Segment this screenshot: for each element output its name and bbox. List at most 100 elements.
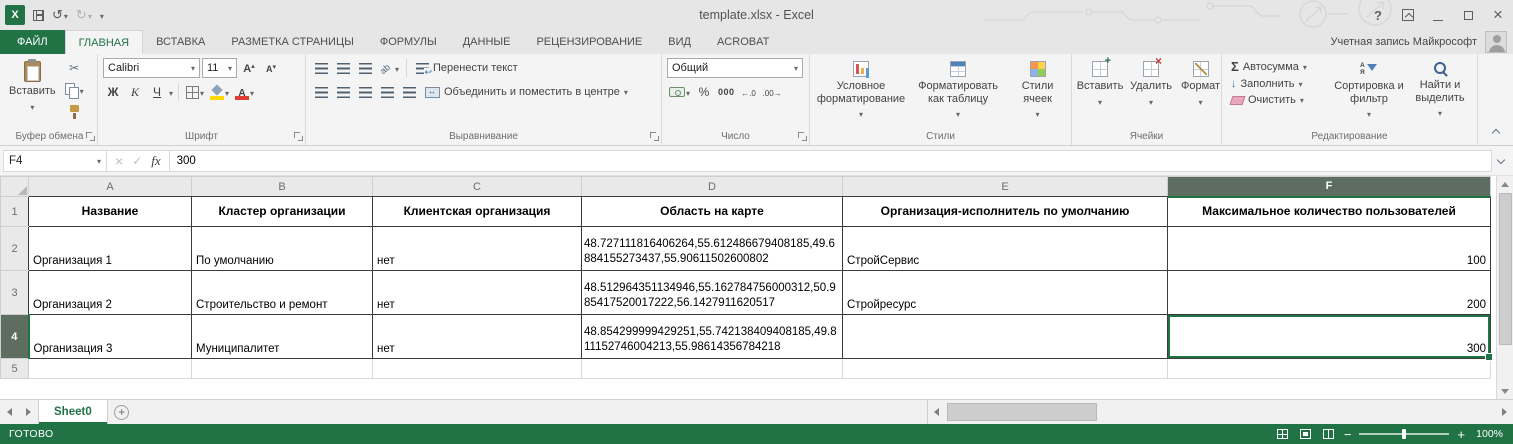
cell-E1[interactable]: Организация-исполнитель по умолчанию <box>843 197 1168 227</box>
scroll-left-button[interactable] <box>928 400 945 424</box>
new-sheet-button[interactable]: + <box>108 400 136 424</box>
cell-F5[interactable] <box>1168 359 1491 379</box>
save-button[interactable] <box>30 8 47 23</box>
zoom-level[interactable]: 100% <box>1473 428 1503 440</box>
cell-D3[interactable]: 48.512964351134946,55.162784756000312,50… <box>582 271 843 315</box>
autosum-button[interactable]: Автосумма <box>1227 58 1327 75</box>
cell-C3[interactable]: нет <box>373 271 582 315</box>
scroll-down-button[interactable] <box>1497 383 1513 399</box>
formula-input[interactable]: 300 <box>170 150 1492 172</box>
cell-A5[interactable] <box>29 359 192 379</box>
decrease-font-size-button[interactable] <box>261 58 281 78</box>
insert-cells-button[interactable]: Вставить <box>1077 58 1123 111</box>
bold-button[interactable]: Ж <box>103 82 123 102</box>
cancel-entry-button[interactable] <box>115 154 123 168</box>
select-all-corner[interactable] <box>1 177 29 197</box>
horizontal-scroll-track[interactable] <box>945 400 1496 424</box>
cell-A1[interactable]: Название <box>29 197 192 227</box>
conditional-formatting-button[interactable]: Условное форматирование <box>815 58 907 124</box>
format-as-table-button[interactable]: Форматировать как таблицу <box>912 58 1004 124</box>
tab-formulas[interactable]: ФОРМУЛЫ <box>367 30 450 54</box>
scroll-right-button[interactable] <box>1496 400 1513 424</box>
find-select-button[interactable]: Найти и выделить <box>1408 58 1472 124</box>
tab-page-layout[interactable]: РАЗМЕТКА СТРАНИЦЫ <box>218 30 366 54</box>
tab-acrobat[interactable]: ACROBAT <box>704 30 782 54</box>
maximize-button[interactable] <box>1453 0 1483 30</box>
account-area[interactable]: Учетная запись Майкрософт <box>1331 30 1513 54</box>
cell-B2[interactable]: По умолчанию <box>192 227 373 271</box>
dialog-launcher-icon[interactable] <box>650 132 659 141</box>
font-family-select[interactable]: Calibri <box>103 58 200 78</box>
cell-C2[interactable]: нет <box>373 227 582 271</box>
copy-button[interactable] <box>63 80 86 100</box>
row-header-2[interactable]: 2 <box>1 227 29 271</box>
normal-view-button[interactable] <box>1275 427 1290 442</box>
cell-D2[interactable]: 48.727111816406264,55.612486679408185,49… <box>582 227 843 271</box>
zoom-in-button[interactable] <box>1457 427 1465 442</box>
zoom-slider-thumb[interactable] <box>1402 429 1406 439</box>
scroll-up-button[interactable] <box>1497 176 1513 192</box>
cell-F3[interactable]: 200 <box>1168 271 1491 315</box>
decrease-indent-button[interactable] <box>377 82 397 102</box>
align-bottom-button[interactable] <box>355 58 375 78</box>
row-header-5[interactable]: 5 <box>1 359 29 379</box>
horizontal-scroll-thumb[interactable] <box>947 403 1097 421</box>
tab-review[interactable]: РЕЦЕНЗИРОВАНИЕ <box>523 30 655 54</box>
orientation-button[interactable] <box>377 58 401 78</box>
cell-C4[interactable]: нет <box>373 315 582 359</box>
zoom-out-button[interactable] <box>1344 427 1352 442</box>
wrap-text-button[interactable]: Перенести текст <box>412 61 522 75</box>
dialog-launcher-icon[interactable] <box>86 132 95 141</box>
cell-B4[interactable]: Муниципалитет <box>192 315 373 359</box>
confirm-entry-button[interactable] <box>132 155 142 167</box>
sheet-nav-left-button[interactable] <box>0 400 19 424</box>
cell-F1[interactable]: Максимальное количество пользователей <box>1168 197 1491 227</box>
name-box[interactable]: F4 <box>3 150 107 172</box>
align-right-button[interactable] <box>355 82 375 102</box>
page-layout-view-button[interactable] <box>1298 427 1313 442</box>
insert-function-button[interactable]: fx <box>151 153 160 169</box>
cell-E5[interactable] <box>843 359 1168 379</box>
sheet-tab-sheet0[interactable]: Sheet0 <box>38 400 108 424</box>
dialog-launcher-icon[interactable] <box>798 132 807 141</box>
font-size-select[interactable]: 11 <box>202 58 237 78</box>
collapse-ribbon-button[interactable] <box>1488 125 1504 137</box>
column-header-a[interactable]: A <box>29 177 192 197</box>
cell-D5[interactable] <box>582 359 843 379</box>
clear-button[interactable]: Очистить <box>1227 93 1327 107</box>
redo-button[interactable] <box>73 5 95 25</box>
cell-C1[interactable]: Клиентская организация <box>373 197 582 227</box>
cell-F4-active[interactable]: 300 <box>1168 315 1491 359</box>
tab-insert[interactable]: ВСТАВКА <box>143 30 218 54</box>
fill-color-button[interactable] <box>208 82 231 102</box>
cell-B3[interactable]: Строительство и ремонт <box>192 271 373 315</box>
page-break-view-button[interactable] <box>1321 427 1336 442</box>
row-header-1[interactable]: 1 <box>1 197 29 227</box>
accounting-format-button[interactable] <box>667 82 692 102</box>
cut-button[interactable] <box>63 58 86 78</box>
tab-data[interactable]: ДАННЫЕ <box>450 30 524 54</box>
cell-E3[interactable]: Стройресурс <box>843 271 1168 315</box>
column-header-c[interactable]: C <box>373 177 582 197</box>
vertical-scroll-thumb[interactable] <box>1499 193 1512 345</box>
cell-D1[interactable]: Область на карте <box>582 197 843 227</box>
comma-style-button[interactable]: 000 <box>716 82 737 102</box>
vertical-scrollbar[interactable] <box>1496 176 1513 399</box>
align-center-button[interactable] <box>333 82 353 102</box>
cell-A3[interactable]: Организация 2 <box>29 271 192 315</box>
zoom-slider[interactable] <box>1359 433 1449 435</box>
tab-file[interactable]: ФАЙЛ <box>0 30 65 54</box>
increase-indent-button[interactable] <box>399 82 419 102</box>
fill-button[interactable]: Заполнить <box>1227 77 1327 91</box>
percent-style-button[interactable]: % <box>694 82 714 102</box>
column-header-e[interactable]: E <box>843 177 1168 197</box>
cell-D4[interactable]: 48.854299999429251,55.742138409408185,49… <box>582 315 843 359</box>
ribbon-display-options-button[interactable] <box>1393 0 1423 30</box>
format-cells-button[interactable]: Формат <box>1179 58 1222 111</box>
merge-center-button[interactable]: Объединить и поместить в центре <box>421 85 632 99</box>
underline-button[interactable]: Ч <box>147 82 167 102</box>
number-format-select[interactable]: Общий <box>667 58 803 78</box>
help-button[interactable] <box>1363 0 1393 30</box>
increase-decimal-button[interactable] <box>739 82 759 102</box>
horizontal-scrollbar[interactable] <box>927 400 1513 424</box>
